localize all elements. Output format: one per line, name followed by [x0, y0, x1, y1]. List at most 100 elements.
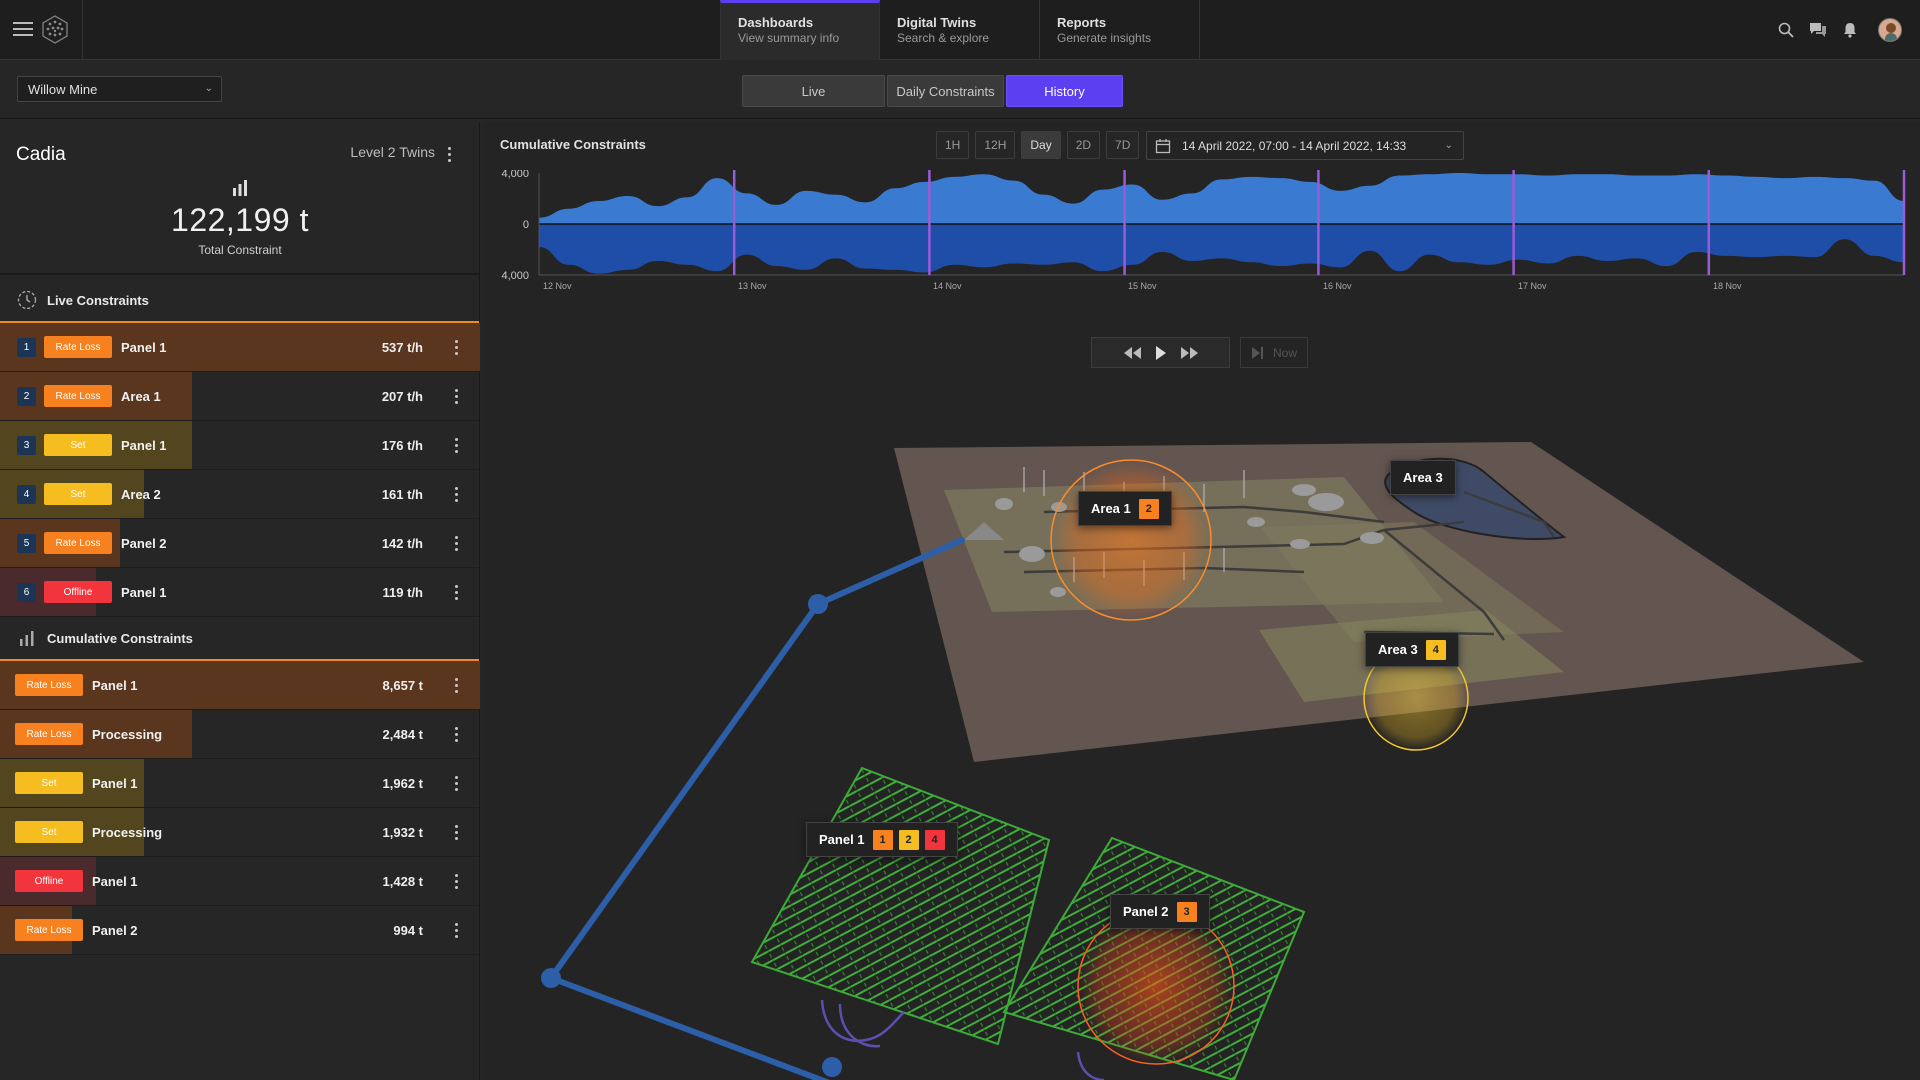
- range-button-12h[interactable]: 12H: [975, 131, 1016, 159]
- range-buttons: 1H 12H Day 2D 7D: [936, 131, 1145, 159]
- row-menu-icon[interactable]: [450, 724, 462, 744]
- cumulative-area-chart[interactable]: 4,000 0 4,000 12 Nov 13 Nov 14 Nov 15 Nov 16 No…: [484, 170, 1920, 310]
- range-button-7d[interactable]: 7D: [1106, 131, 1140, 159]
- main-nav: Dashboards View summary info Digital Twins…: [720, 0, 1200, 60]
- row-menu-icon[interactable]: [450, 675, 462, 695]
- constraint-row[interactable]: Rate Loss Panel 2 994 t: [0, 906, 479, 955]
- constraint-type-badge: Rate Loss: [15, 674, 83, 696]
- constraint-row[interactable]: 3 Set Panel 1 176 t/h: [0, 421, 479, 470]
- cumulative-constraints-list: Rate Loss Panel 1 8,657 t Rate Loss Processi…: [0, 661, 480, 955]
- callout-panel-2[interactable]: Panel 2 3: [1110, 894, 1210, 929]
- constraint-row[interactable]: 1 Rate Loss Panel 1 537 t/h: [0, 323, 480, 372]
- callout-panel-1[interactable]: Panel 1 124: [806, 822, 958, 857]
- x-tick-label: 17 Nov: [1518, 281, 1547, 291]
- date-range-value: 14 April 2022, 07:00 - 14 April 2022, 14…: [1182, 138, 1407, 153]
- site-title: Cadia: [16, 144, 66, 165]
- bar-chart-icon: [233, 180, 247, 196]
- search-icon[interactable]: [1770, 14, 1802, 46]
- row-menu-icon[interactable]: [450, 484, 462, 504]
- rank-badge: 6: [17, 582, 36, 602]
- live-constraints-header: Live Constraints: [0, 279, 479, 323]
- callout-label: Area 3: [1403, 470, 1443, 485]
- constraint-count-badge: 4: [924, 829, 945, 850]
- mine-3d-view[interactable]: [484, 372, 1920, 1080]
- y-tick-label: 0: [523, 219, 529, 231]
- callout-label: Area 3: [1378, 642, 1418, 657]
- constraints-panel: Cadia Level 2 Twins 122,199 t Total Cons…: [0, 122, 480, 1080]
- range-button-1h[interactable]: 1H: [936, 131, 970, 159]
- callout-area-3[interactable]: Area 3 4: [1365, 632, 1459, 667]
- playback-controls: [1091, 337, 1230, 368]
- constraint-row[interactable]: Rate Loss Panel 1 8,657 t: [0, 661, 480, 710]
- constraint-value: 142 t/h: [381, 535, 423, 551]
- date-range-picker[interactable]: 14 April 2022, 07:00 - 14 April 2022, 14…: [1146, 131, 1464, 160]
- series-area-0: [539, 173, 1904, 224]
- fast-forward-icon[interactable]: [1175, 341, 1203, 365]
- constraint-row[interactable]: 2 Rate Loss Area 1 207 t/h: [0, 372, 479, 421]
- row-menu-icon[interactable]: [450, 337, 462, 357]
- constraint-location: Panel 1: [92, 775, 138, 791]
- callout-area-3-pond[interactable]: Area 3: [1390, 460, 1456, 495]
- clock-icon: [17, 290, 37, 310]
- constraint-row[interactable]: 6 Offline Panel 1 119 t/h: [0, 568, 479, 617]
- callout-area-1[interactable]: Area 1 2: [1078, 491, 1172, 526]
- app-logo: [42, 15, 68, 44]
- constraint-location: Processing: [92, 726, 163, 742]
- row-menu-icon[interactable]: [450, 435, 462, 455]
- view-tab-history[interactable]: History: [1006, 75, 1123, 107]
- avatar[interactable]: [1878, 18, 1902, 42]
- constraint-value: 207 t/h: [381, 388, 423, 404]
- jump-to-now-button[interactable]: Now: [1240, 337, 1308, 368]
- rank-badge: 4: [17, 484, 36, 504]
- range-button-day[interactable]: Day: [1021, 131, 1061, 159]
- view-tabs: Live Daily Constraints History: [742, 75, 1125, 107]
- row-menu-icon[interactable]: [450, 386, 462, 406]
- view-tab-daily-constraints[interactable]: Daily Constraints: [887, 75, 1004, 107]
- row-menu-icon[interactable]: [450, 920, 462, 940]
- chat-icon[interactable]: [1802, 14, 1834, 46]
- range-button-2d[interactable]: 2D: [1066, 131, 1101, 159]
- now-label: Now: [1272, 345, 1297, 360]
- x-tick-label: 18 Nov: [1713, 281, 1742, 291]
- summary-menu-icon[interactable]: [443, 144, 455, 164]
- menu-icon[interactable]: [10, 18, 36, 42]
- row-menu-icon[interactable]: [450, 582, 462, 602]
- constraint-location: Panel 1: [121, 339, 167, 355]
- twin-level[interactable]: Level 2 Twins: [350, 144, 435, 160]
- nav-tab-title: Reports: [1057, 15, 1107, 30]
- row-menu-icon[interactable]: [450, 773, 462, 793]
- play-icon[interactable]: [1147, 341, 1175, 365]
- constraint-row[interactable]: Offline Panel 1 1,428 t: [0, 857, 479, 906]
- constraint-location: Panel 2: [121, 535, 167, 551]
- nav-tab-digital-twins[interactable]: Digital Twins Search & explore: [880, 0, 1040, 60]
- row-menu-icon[interactable]: [450, 822, 462, 842]
- panel-1-mesh: [750, 766, 1051, 1046]
- view-tab-live[interactable]: Live: [742, 75, 885, 107]
- site-select[interactable]: Willow Mine ⌄: [17, 76, 222, 102]
- constraint-count-badge: 3: [1176, 901, 1197, 922]
- row-menu-icon[interactable]: [450, 871, 462, 891]
- constraint-row[interactable]: Set Processing 1,932 t: [0, 808, 479, 857]
- callout-label: Panel 1: [819, 832, 865, 847]
- row-menu-icon[interactable]: [450, 533, 462, 553]
- rank-badge: 3: [17, 435, 36, 455]
- constraint-type-badge: Set: [15, 772, 83, 794]
- bell-icon[interactable]: [1834, 14, 1866, 46]
- rewind-icon[interactable]: [1119, 341, 1147, 365]
- constraint-row[interactable]: Set Panel 1 1,962 t: [0, 759, 479, 808]
- x-tick-label: 14 Nov: [933, 281, 962, 291]
- nav-tab-dashboards[interactable]: Dashboards View summary info: [720, 0, 880, 60]
- nav-tab-title: Dashboards: [738, 15, 814, 30]
- topbar-divider: [82, 0, 83, 60]
- constraint-row[interactable]: Rate Loss Processing 2,484 t: [0, 710, 479, 759]
- constraint-location: Processing: [92, 824, 163, 840]
- constraint-location: Panel 1: [92, 677, 138, 693]
- top-bar: Dashboards View summary info Digital Twins…: [0, 0, 1920, 60]
- constraint-location: Panel 1: [121, 437, 167, 453]
- constraint-value: 176 t/h: [381, 437, 423, 453]
- rank-badge: 1: [17, 337, 36, 357]
- nav-tab-reports[interactable]: Reports Generate insights: [1040, 0, 1200, 60]
- constraint-row[interactable]: 4 Set Area 2 161 t/h: [0, 470, 479, 519]
- constraint-row[interactable]: 5 Rate Loss Panel 2 142 t/h: [0, 519, 479, 568]
- constraint-type-badge: Set: [44, 483, 112, 505]
